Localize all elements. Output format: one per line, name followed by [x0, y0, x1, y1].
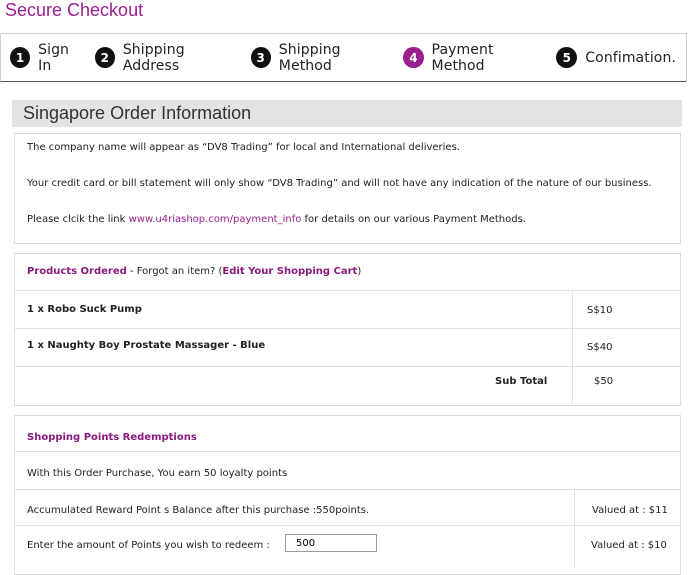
step-label: Confimation. [585, 49, 676, 66]
payment-info-prefix: Please clcik the link [27, 214, 129, 225]
points-heading: Shopping Points Redemptions [27, 432, 197, 443]
points-balance-row: Accumulated Reward Point s Balance after… [15, 490, 680, 526]
table-row: 1 x Naughty Boy Prostate Massager - Blue… [15, 329, 680, 367]
step-number: 3 [250, 47, 271, 68]
product-price: S$10 [587, 305, 613, 316]
points-earn-row: With this Order Purchase, You earn 50 lo… [15, 452, 680, 490]
table-row: 1 x Robo Suck Pump S$10 [15, 291, 680, 329]
points-balance-text: Accumulated Reward Point s Balance after… [27, 505, 370, 516]
step-number: 5 [556, 47, 578, 68]
subtotal-value: $50 [594, 376, 614, 387]
step-shipping-method[interactable]: 3 Shipping Method [250, 41, 394, 74]
products-heading: Products Ordered [27, 266, 127, 277]
redeem-value: Valued at : $10 [591, 540, 667, 551]
redeem-points-input[interactable] [285, 534, 377, 552]
step-label: Payment Method [431, 41, 494, 74]
order-info-box: The company name will appear as “DV8 Tra… [14, 133, 681, 244]
payment-info-suffix: for details on our various Payment Metho… [301, 214, 526, 225]
step-label: Shipping Address [122, 41, 185, 74]
step-payment-method[interactable]: 4 Payment Method [403, 42, 546, 74]
payment-info-link[interactable]: www.u4riashop.com/payment_info [129, 214, 302, 225]
subtotal-label: Sub Total [495, 376, 548, 387]
statement-note: Your credit card or bill statement will … [27, 178, 652, 189]
step-shipping-address[interactable]: 2 Shipping Address [94, 41, 241, 74]
payment-info-note: Please clcik the link www.u4riashop.com/… [27, 214, 668, 226]
points-earn-text: With this Order Purchase, You earn 50 lo… [27, 468, 288, 479]
products-header-row: Products Ordered - Forgot an item? (Edit… [15, 254, 680, 291]
close-paren: ) [357, 266, 362, 277]
step-confirmation[interactable]: 5 Confimation. [556, 47, 676, 68]
forgot-text: - Forgot an item? ( [126, 266, 223, 277]
redeem-label: Enter the amount of Points you wish to r… [27, 540, 270, 551]
step-label: Sign In [38, 41, 70, 74]
step-number: 2 [94, 47, 115, 68]
checkout-steps: 1 Sign In 2 Shipping Address 3 Shipping … [0, 33, 687, 82]
points-redeem-row: Enter the amount of Points you wish to r… [15, 526, 680, 566]
product-name: 1 x Naughty Boy Prostate Massager - Blue [27, 340, 266, 351]
step-label: Shipping Method [278, 41, 341, 74]
products-ordered-box: Products Ordered - Forgot an item? (Edit… [14, 253, 681, 406]
product-price: S$40 [587, 342, 613, 353]
points-header-row: Shopping Points Redemptions [15, 416, 680, 452]
points-balance-value: Valued at : $11 [592, 505, 668, 516]
edit-cart-link[interactable]: Edit Your Shopping Cart [222, 266, 357, 277]
page-title: Secure Checkout [5, 0, 144, 20]
step-number: 4 [403, 47, 424, 68]
product-name: 1 x Robo Suck Pump [27, 304, 142, 315]
step-number: 1 [10, 47, 31, 68]
company-name-note: The company name will appear as “DV8 Tra… [27, 142, 460, 153]
step-sign-in[interactable]: 1 Sign In [10, 42, 85, 74]
subtotal-row: Sub Total $50 [15, 367, 680, 405]
section-title: Singapore Order Information [12, 100, 682, 127]
points-redemption-box: Shopping Points Redemptions With this Or… [14, 415, 681, 575]
